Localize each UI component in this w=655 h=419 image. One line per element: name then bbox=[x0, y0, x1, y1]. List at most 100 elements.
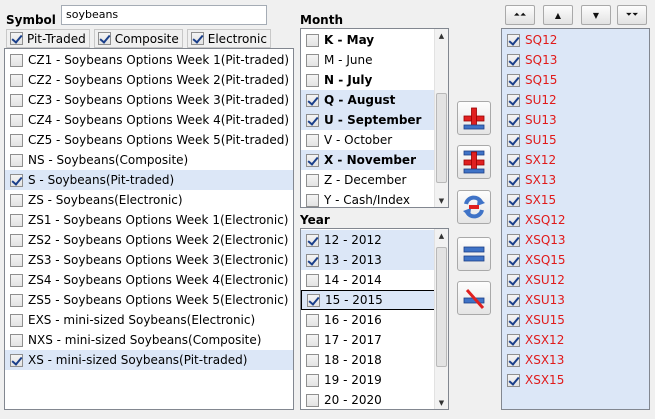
symbol-list-item[interactable]: CZ4 - Soybeans Options Week 4(Pit-traded… bbox=[5, 110, 293, 130]
move-top-button[interactable]: ⏶⏶ bbox=[505, 5, 535, 25]
move-bottom-button[interactable]: ⏷⏷ bbox=[617, 5, 647, 25]
month-scrollbar[interactable]: ▲ ▼ bbox=[434, 29, 448, 207]
selected-symbol-item[interactable]: XSQ15 bbox=[502, 250, 649, 270]
checkbox-icon[interactable] bbox=[10, 133, 23, 147]
year-list-item[interactable]: 19 - 2019 bbox=[301, 370, 448, 390]
checkbox-icon[interactable] bbox=[507, 293, 520, 307]
add-all-button[interactable] bbox=[457, 145, 491, 179]
selected-symbol-item[interactable]: SU15 bbox=[502, 130, 649, 150]
checkbox-icon[interactable] bbox=[507, 153, 520, 167]
checkbox-icon[interactable] bbox=[507, 33, 520, 47]
symbol-list-item[interactable]: CZ1 - Soybeans Options Week 1(Pit-traded… bbox=[5, 50, 293, 70]
symbol-list-item[interactable]: ZS1 - Soybeans Options Week 1(Electronic… bbox=[5, 210, 293, 230]
month-list-item[interactable]: N - July bbox=[301, 70, 448, 90]
checkbox-icon[interactable] bbox=[507, 213, 520, 227]
checkbox-icon[interactable] bbox=[10, 213, 23, 227]
checkbox-icon[interactable] bbox=[10, 293, 23, 307]
checkbox-icon[interactable] bbox=[306, 193, 319, 207]
checkbox-icon[interactable] bbox=[306, 373, 319, 387]
checkbox-icon[interactable] bbox=[507, 373, 520, 387]
selected-symbol-item[interactable]: SQ12 bbox=[502, 30, 649, 50]
year-list-item[interactable]: 15 - 2015 bbox=[301, 290, 448, 310]
year-list-item[interactable]: 20 - 2020 bbox=[301, 390, 448, 409]
replace-button[interactable] bbox=[457, 190, 491, 224]
checkbox-icon[interactable] bbox=[10, 353, 23, 367]
selected-symbol-item[interactable]: XSX12 bbox=[502, 330, 649, 350]
checkbox-icon[interactable] bbox=[10, 233, 23, 247]
checkbox-icon[interactable] bbox=[190, 32, 204, 45]
checkbox-icon[interactable] bbox=[507, 113, 520, 127]
remove-button[interactable] bbox=[457, 281, 491, 315]
checkbox-icon[interactable] bbox=[307, 293, 320, 307]
checkbox-icon[interactable] bbox=[507, 73, 520, 87]
checkbox-icon[interactable] bbox=[507, 333, 520, 347]
symbol-list-item[interactable]: XS - mini-sized Soybeans(Pit-traded) bbox=[5, 350, 293, 370]
checkbox-icon[interactable] bbox=[306, 113, 319, 127]
checkbox-icon[interactable] bbox=[507, 253, 520, 267]
selected-symbol-item[interactable]: SQ15 bbox=[502, 70, 649, 90]
selected-symbol-item[interactable]: SX15 bbox=[502, 190, 649, 210]
selected-symbol-item[interactable]: XSQ13 bbox=[502, 230, 649, 250]
checkbox-icon[interactable] bbox=[306, 253, 319, 267]
symbol-list-item[interactable]: NS - Soybeans(Composite) bbox=[5, 150, 293, 170]
symbol-list-item[interactable]: CZ5 - Soybeans Options Week 5(Pit-traded… bbox=[5, 130, 293, 150]
selected-symbols-list[interactable]: SQ12 SQ13 SQ15 SU12 SU13 SU15 SX12 SX13 SX15 XSQ1… bbox=[501, 28, 650, 410]
month-list-item[interactable]: Z - December bbox=[301, 170, 448, 190]
month-list-item[interactable]: V - October bbox=[301, 130, 448, 150]
scroll-up-icon[interactable]: ▲ bbox=[435, 29, 448, 42]
symbol-list-item[interactable]: S - Soybeans(Pit-traded) bbox=[5, 170, 293, 190]
selected-symbol-item[interactable]: XSX15 bbox=[502, 370, 649, 390]
selected-symbol-item[interactable]: XSQ12 bbox=[502, 210, 649, 230]
move-up-button[interactable]: ▲ bbox=[543, 5, 573, 25]
month-list-item[interactable]: U - September bbox=[301, 110, 448, 130]
symbol-search-input[interactable]: soybeans bbox=[61, 5, 267, 25]
month-list-item[interactable]: X - November bbox=[301, 150, 448, 170]
month-list-item[interactable]: K - May bbox=[301, 30, 448, 50]
checkbox-icon[interactable] bbox=[306, 73, 319, 87]
checkbox-icon[interactable] bbox=[507, 193, 520, 207]
symbol-list-item[interactable]: CZ3 - Soybeans Options Week 3(Pit-traded… bbox=[5, 90, 293, 110]
checkbox-icon[interactable] bbox=[10, 273, 23, 287]
checkbox-icon[interactable] bbox=[507, 173, 520, 187]
checkbox-icon[interactable] bbox=[507, 93, 520, 107]
scroll-thumb[interactable] bbox=[436, 93, 447, 183]
checkbox-icon[interactable] bbox=[306, 133, 319, 147]
selected-symbol-item[interactable]: SX13 bbox=[502, 170, 649, 190]
selected-symbol-item[interactable]: SU13 bbox=[502, 110, 649, 130]
checkbox-icon[interactable] bbox=[306, 53, 319, 67]
checkbox-icon[interactable] bbox=[10, 193, 23, 207]
symbol-list-item[interactable]: NXS - mini-sized Soybeans(Composite) bbox=[5, 330, 293, 350]
symbol-list[interactable]: CZ1 - Soybeans Options Week 1(Pit-traded… bbox=[4, 48, 294, 410]
checkbox-icon[interactable] bbox=[507, 133, 520, 147]
symbol-list-item[interactable]: EXS - mini-sized Soybeans(Electronic) bbox=[5, 310, 293, 330]
remove-all-button[interactable] bbox=[457, 237, 491, 271]
checkbox-icon[interactable] bbox=[10, 153, 23, 167]
symbol-list-item[interactable]: ZS - Soybeans(Electronic) bbox=[5, 190, 293, 210]
checkbox-icon[interactable] bbox=[507, 313, 520, 327]
checkbox-icon[interactable] bbox=[10, 253, 23, 267]
selected-symbol-item[interactable]: XSX13 bbox=[502, 350, 649, 370]
checkbox-icon[interactable] bbox=[10, 93, 23, 107]
selected-symbol-item[interactable]: XSU12 bbox=[502, 270, 649, 290]
selected-symbol-item[interactable]: SX12 bbox=[502, 150, 649, 170]
year-list-item[interactable]: 16 - 2016 bbox=[301, 310, 448, 330]
checkbox-icon[interactable] bbox=[507, 53, 520, 67]
scroll-down-icon[interactable]: ▼ bbox=[435, 194, 448, 207]
month-list[interactable]: K - May M - June N - July Q - August U - Sep… bbox=[300, 28, 449, 208]
selected-symbol-item[interactable]: XSU13 bbox=[502, 290, 649, 310]
filter-composite[interactable]: Composite bbox=[93, 29, 183, 48]
year-list-item[interactable]: 12 - 2012 bbox=[301, 230, 448, 250]
checkbox-icon[interactable] bbox=[10, 53, 23, 67]
checkbox-icon[interactable] bbox=[10, 32, 23, 45]
checkbox-icon[interactable] bbox=[10, 173, 23, 187]
year-scrollbar[interactable]: ▲ ▼ bbox=[434, 229, 448, 409]
month-list-item[interactable]: Y - Cash/Index bbox=[301, 190, 448, 207]
year-list-item[interactable]: 17 - 2017 bbox=[301, 330, 448, 350]
year-list-item[interactable]: 18 - 2018 bbox=[301, 350, 448, 370]
checkbox-icon[interactable] bbox=[306, 333, 319, 347]
checkbox-icon[interactable] bbox=[97, 32, 111, 45]
year-list-item[interactable]: 14 - 2014 bbox=[301, 270, 448, 290]
checkbox-icon[interactable] bbox=[306, 33, 319, 47]
symbol-list-item[interactable]: CZ2 - Soybeans Options Week 2(Pit-traded… bbox=[5, 70, 293, 90]
year-list-item[interactable]: 13 - 2013 bbox=[301, 250, 448, 270]
